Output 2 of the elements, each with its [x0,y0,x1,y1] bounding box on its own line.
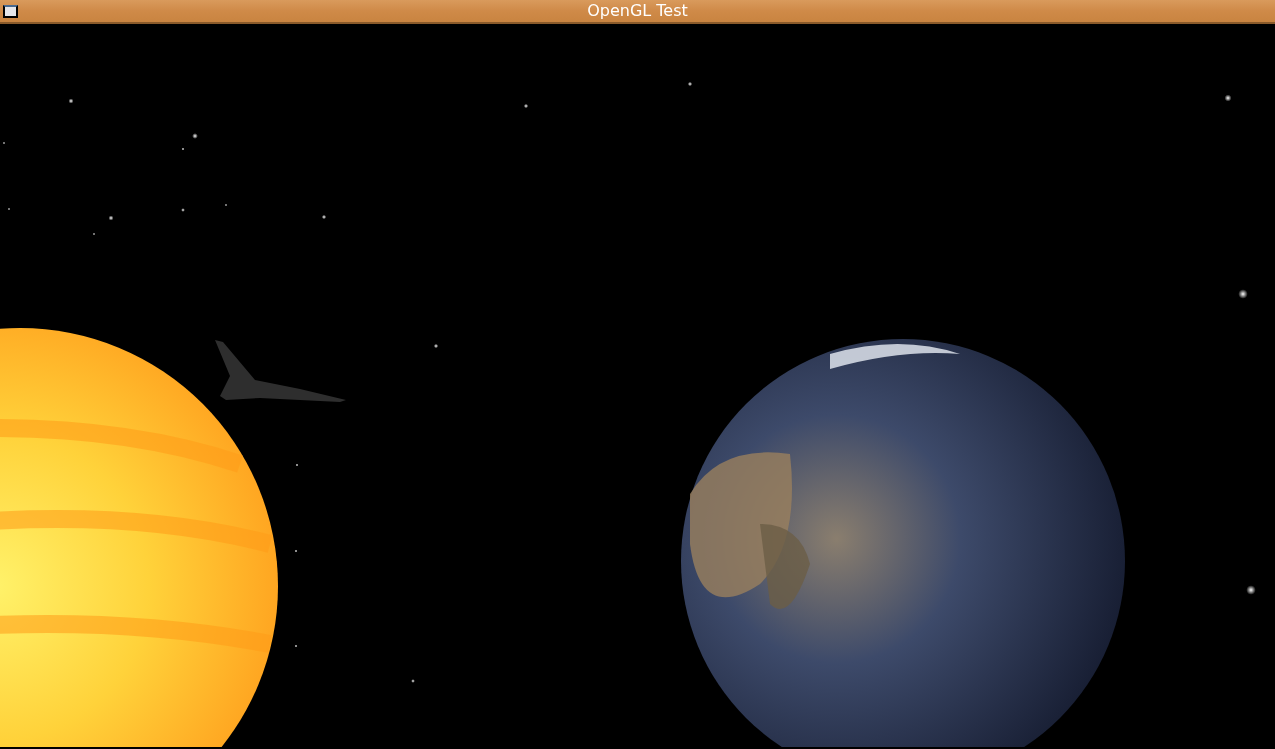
window-menu-icon[interactable] [3,4,18,18]
window-title: OpenGL Test [587,3,688,19]
